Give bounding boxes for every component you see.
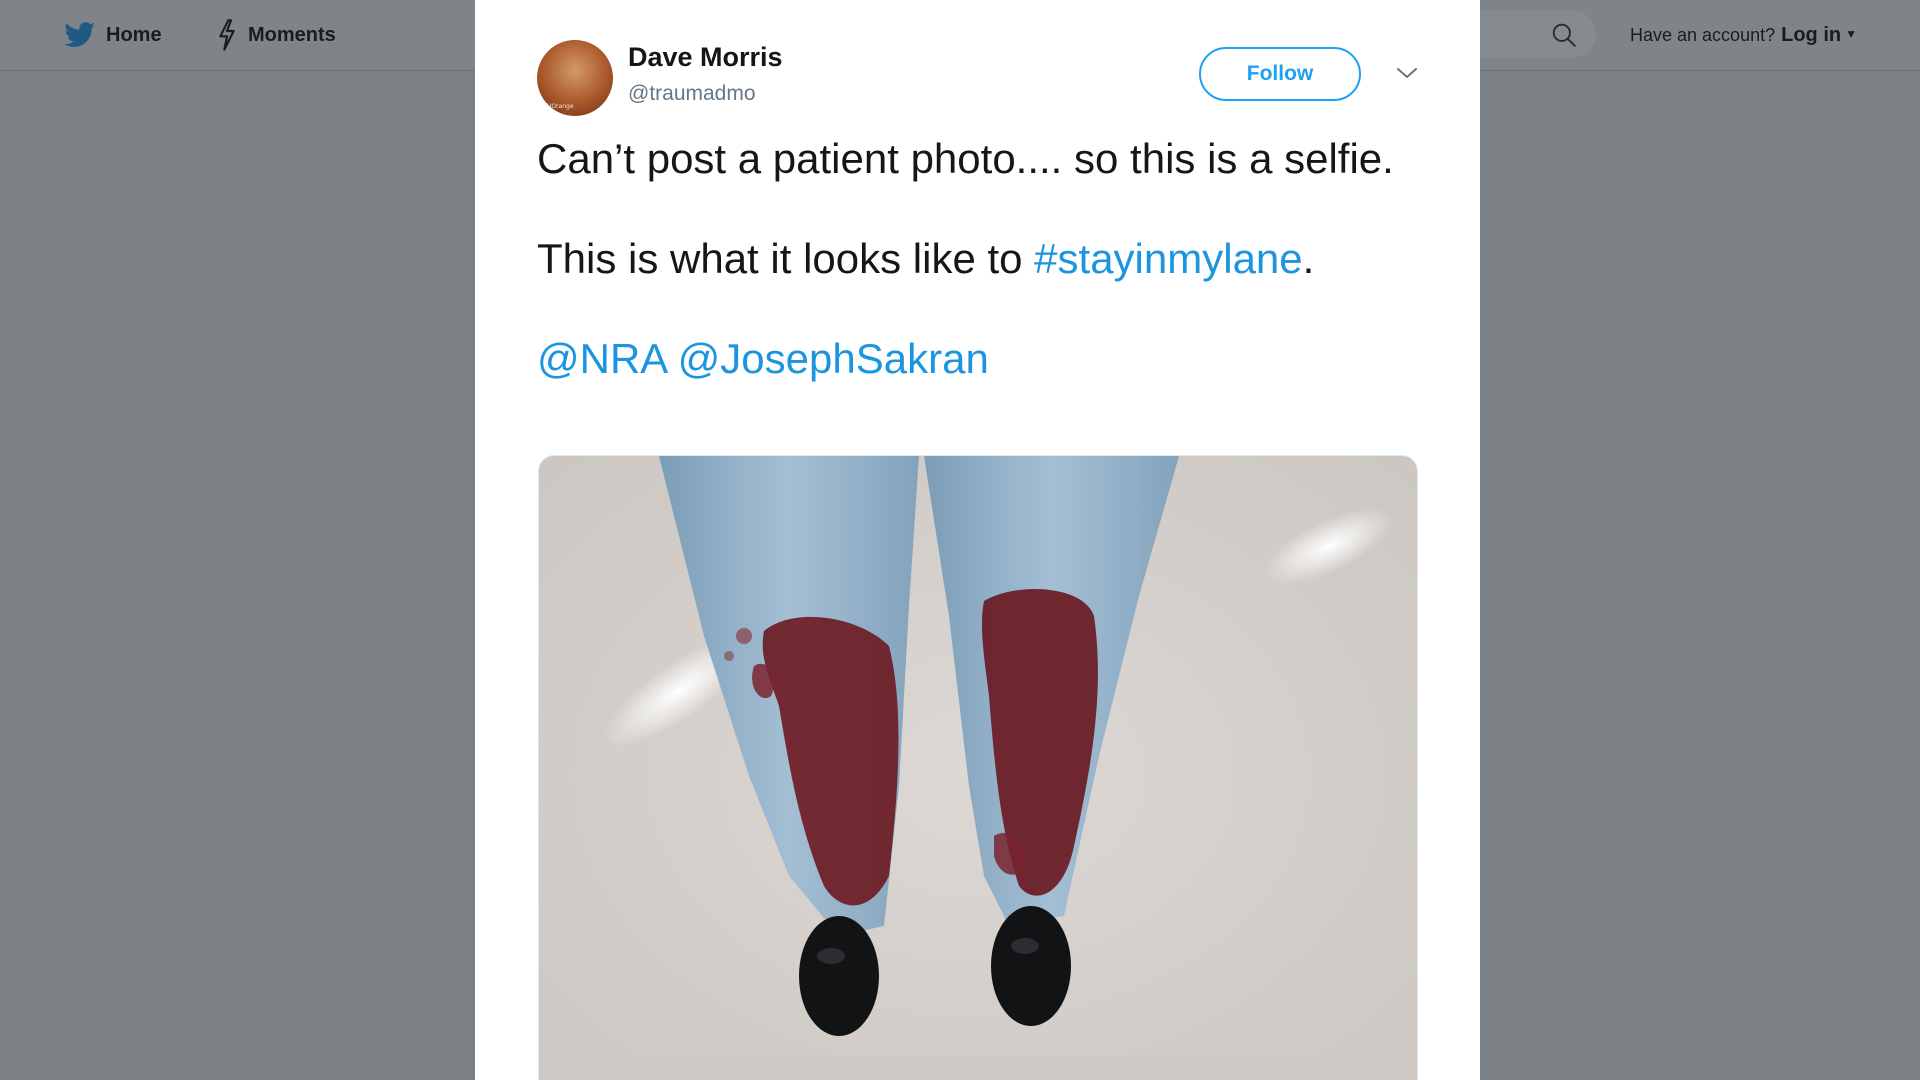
nav-home[interactable]: Home: [64, 0, 162, 70]
mention-link-josephsakran[interactable]: @JosephSakran: [678, 335, 989, 382]
tweet-line-2-prefix: This is what it looks like to: [537, 235, 1035, 282]
tweet-line-2-suffix: .: [1302, 235, 1315, 282]
nav-home-label: Home: [106, 23, 162, 46]
account-question: Have an account?: [1630, 24, 1776, 45]
follow-button[interactable]: Follow: [1199, 47, 1361, 101]
hashtag-link[interactable]: #stayinmylane: [1034, 235, 1302, 282]
chevron-down-icon[interactable]: [1395, 66, 1419, 85]
mention-link-nra[interactable]: @NRA: [537, 335, 666, 382]
tweet-text: Can’t post a patient photo.... so this i…: [537, 134, 1417, 384]
author-name[interactable]: Dave Morris: [628, 42, 783, 73]
avatar-badge: UOrange: [547, 103, 574, 110]
nav-moments[interactable]: Moments: [216, 0, 336, 70]
author-handle[interactable]: @traumadmo: [628, 82, 756, 106]
search-icon[interactable]: [1551, 22, 1577, 53]
caret-down-icon[interactable]: ▼: [1845, 27, 1857, 41]
lightning-icon: [216, 19, 238, 51]
avatar[interactable]: UOrange: [537, 40, 613, 116]
tweet-photo[interactable]: [538, 455, 1418, 1080]
nav-moments-label: Moments: [248, 23, 336, 46]
login-link[interactable]: Log in: [1781, 24, 1841, 47]
tweet-line-1: Can’t post a patient photo.... so this i…: [537, 135, 1394, 182]
twitter-bird-icon: [64, 22, 96, 48]
tweet-mentions: @NRA @JosephSakran: [537, 334, 1417, 384]
account-area: Have an account? Log in ▼: [1630, 0, 1857, 70]
tweet-line-2: This is what it looks like to #stayinmyl…: [537, 234, 1417, 284]
tweet-card: UOrange Dave Morris @traumadmo Follow Ca…: [475, 0, 1480, 1080]
